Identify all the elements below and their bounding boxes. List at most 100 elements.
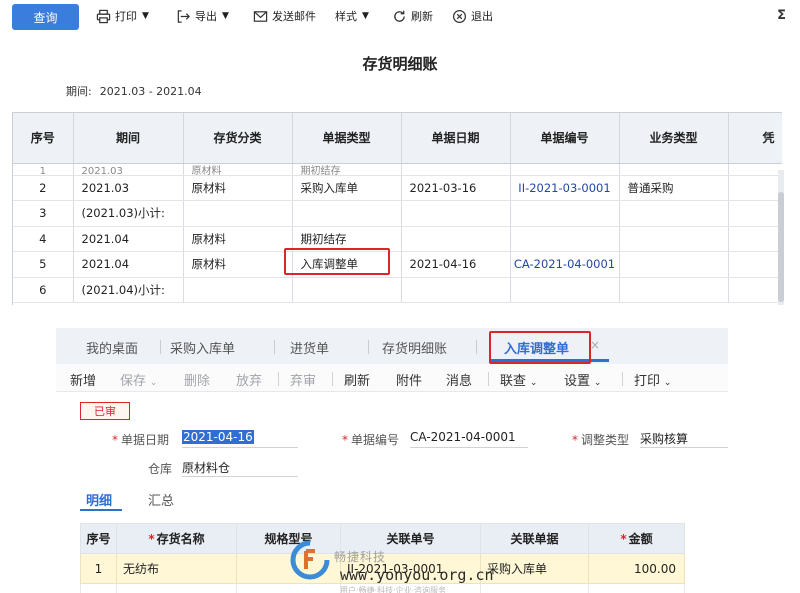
cell-category: 原材料 bbox=[183, 175, 293, 201]
cell-doc-type: 采购入库单 bbox=[292, 175, 402, 201]
column-header[interactable]: 单据日期 bbox=[401, 113, 511, 164]
table-row[interactable]: 4 2021.04 原材料 期初结存 bbox=[13, 226, 782, 252]
print-label: 打印 bbox=[115, 10, 137, 23]
abandon-button[interactable]: 放弃 bbox=[236, 370, 262, 389]
column-header[interactable]: 凭 bbox=[728, 113, 782, 164]
watermark-brand: 畅捷科技 bbox=[334, 550, 387, 564]
refresh-button[interactable]: 刷新 bbox=[344, 370, 370, 389]
watermark-url: www.yonyou.org.cn bbox=[340, 566, 494, 584]
table-header-row: 序号 期间 存货分类 单据类型 单据日期 单据编号 业务类型 凭 bbox=[13, 113, 782, 164]
warehouse-field[interactable]: 原材料仓 bbox=[182, 457, 298, 477]
active-subtab-indicator bbox=[80, 509, 122, 511]
column-header[interactable]: 单据编号 bbox=[510, 113, 620, 164]
email-icon bbox=[253, 10, 268, 22]
overflow-icon[interactable]: ⵉ bbox=[777, 8, 786, 23]
query-button[interactable]: 查询 bbox=[12, 4, 79, 30]
print-label: 打印 bbox=[634, 374, 661, 389]
new-button[interactable]: 新增 bbox=[70, 370, 96, 389]
unaudit-button[interactable]: 弃审 bbox=[290, 370, 316, 389]
tab-purchase-order[interactable]: 进货单 bbox=[290, 338, 329, 357]
ledger-table: 序号 期间 存货分类 单据类型 单据日期 单据编号 业务类型 凭 1 2021.… bbox=[12, 112, 782, 305]
subtab-summary[interactable]: 汇总 bbox=[148, 490, 174, 509]
column-header[interactable]: 业务类型 bbox=[619, 113, 729, 164]
cell-category: 原材料 bbox=[183, 163, 293, 176]
report-title: 存货明细账 bbox=[362, 55, 438, 73]
doc-no-field[interactable]: CA-2021-04-0001 bbox=[410, 428, 528, 448]
print-menu[interactable]: 打印 ▼ bbox=[96, 8, 149, 24]
adjust-type-label: * 调整类型 bbox=[572, 433, 630, 447]
cell-doc-date: 2021-04-16 bbox=[401, 251, 511, 278]
linked-query-menu[interactable]: 联查 ⌄ bbox=[500, 370, 537, 389]
column-header: * 存货名称 bbox=[116, 523, 237, 554]
cell-period: 2021.04 bbox=[73, 226, 184, 252]
doc-date-field[interactable]: 2021-04-16 bbox=[182, 428, 298, 448]
column-header[interactable]: 期间 bbox=[73, 113, 184, 164]
style-label: 样式 bbox=[335, 10, 357, 23]
cell-amount[interactable]: 100.00 bbox=[588, 553, 685, 584]
tab-desktop[interactable]: 我的桌面 bbox=[86, 338, 138, 357]
cell-category: 原材料 bbox=[183, 251, 293, 278]
chevron-down-icon: ▼ bbox=[362, 11, 369, 21]
watermark-logo-icon bbox=[290, 540, 330, 580]
cell-no: 4 bbox=[13, 226, 74, 252]
refresh-label: 刷新 bbox=[411, 10, 433, 23]
warehouse-value: 原材料仓 bbox=[182, 461, 231, 475]
action-bar: 新增 保存 ⌄ 删除 放弃 弃审 刷新 附件 消息 联查 ⌄ 设置 ⌄ 打印 ⌄ bbox=[56, 364, 728, 392]
column-header[interactable]: 单据类型 bbox=[292, 113, 402, 164]
inventory-ledger-report: 查询 打印 ▼ 导出 ▼ 发送邮件 样式 ▼ 刷新 退出 ⵉ 存货明细账 期间: 202… bbox=[0, 0, 800, 305]
doc-date-value: 2021-04-16 bbox=[182, 430, 254, 444]
table-row[interactable]: 1 2021.03 原材料 期初结存 bbox=[13, 163, 782, 176]
export-icon bbox=[177, 9, 190, 23]
export-label: 导出 bbox=[195, 10, 217, 23]
table-row[interactable]: 2 2021.03 原材料 采购入库单 2021-03-16 II-2021-0… bbox=[13, 175, 782, 201]
adjust-type-select[interactable]: 采购核算 bbox=[640, 428, 728, 448]
doc-no-link[interactable]: II-2021-03-0001 bbox=[510, 175, 620, 201]
column-header[interactable]: 存货分类 bbox=[183, 113, 293, 164]
send-email-label: 发送邮件 bbox=[272, 10, 316, 23]
table-row[interactable]: 6 (2021.04)小计: bbox=[13, 277, 782, 303]
vertical-scrollbar[interactable] bbox=[778, 170, 784, 305]
settings-label: 设置 bbox=[564, 374, 591, 389]
doc-date-label: * 单据日期 bbox=[112, 433, 170, 447]
report-toolbar: 查询 打印 ▼ 导出 ▼ 发送邮件 样式 ▼ 刷新 退出 ⵉ bbox=[0, 0, 800, 34]
cell-biz-type: 普通采购 bbox=[619, 175, 729, 201]
cell-item-name[interactable]: 无纺布 bbox=[116, 553, 237, 584]
subtab-detail[interactable]: 明细 bbox=[86, 490, 112, 509]
chevron-down-icon: ▼ bbox=[222, 11, 229, 21]
table-row[interactable]: 5 2021.04 原材料 入库调整单 2021-04-16 CA-2021-0… bbox=[13, 251, 782, 278]
close-icon[interactable]: × bbox=[590, 338, 600, 352]
adjust-type-value: 采购核算 bbox=[640, 432, 689, 446]
print-menu[interactable]: 打印 ⌄ bbox=[634, 370, 671, 389]
watermark-small-text: 用户·畅捷·科技·企业·咨询服务 bbox=[340, 586, 447, 593]
save-button[interactable]: 保存 ⌄ bbox=[120, 370, 157, 389]
export-menu[interactable]: 导出 ▼ bbox=[176, 8, 229, 24]
cell-ref-doc[interactable]: 采购入库单 bbox=[480, 553, 589, 584]
exit-button[interactable]: 退出 bbox=[452, 8, 493, 24]
style-menu[interactable]: 样式 ▼ bbox=[335, 8, 369, 24]
chevron-down-icon: ⌄ bbox=[527, 378, 538, 388]
scrollbar-thumb[interactable] bbox=[778, 192, 784, 302]
doc-no-link[interactable]: CA-2021-04-0001 bbox=[510, 251, 620, 278]
annotation-highlight-doc-type bbox=[284, 248, 390, 275]
delete-button[interactable]: 删除 bbox=[184, 370, 210, 389]
chevron-down-icon: ⌄ bbox=[661, 378, 672, 388]
column-header[interactable]: 序号 bbox=[13, 113, 74, 164]
send-email-button[interactable]: 发送邮件 bbox=[253, 8, 316, 24]
refresh-icon bbox=[394, 10, 405, 22]
attachment-button[interactable]: 附件 bbox=[396, 370, 422, 389]
refresh-button[interactable]: 刷新 bbox=[392, 8, 433, 24]
table-row[interactable]: 3 (2021.03)小计: bbox=[13, 200, 782, 227]
chevron-down-icon: ⌄ bbox=[147, 378, 158, 388]
tab-inventory-ledger[interactable]: 存货明细账 bbox=[382, 338, 447, 357]
column-header: 序号 bbox=[80, 523, 117, 554]
stock-adjustment-form: 我的桌面 采购入库单 进货单 存货明细账 入库调整单 × 新增 保存 ⌄ 删除 … bbox=[56, 328, 728, 593]
cell-no: 2 bbox=[13, 175, 74, 201]
cell-doc-date: 2021-03-16 bbox=[401, 175, 511, 201]
warehouse-label: 仓库 bbox=[148, 462, 173, 476]
tab-purchase-receipt[interactable]: 采购入库单 bbox=[170, 338, 235, 357]
message-button[interactable]: 消息 bbox=[446, 370, 472, 389]
doc-no-value: CA-2021-04-0001 bbox=[410, 430, 516, 444]
settings-menu[interactable]: 设置 ⌄ bbox=[564, 370, 601, 389]
exit-label: 退出 bbox=[471, 10, 493, 23]
period-value: 2021.03 - 2021.04 bbox=[99, 85, 202, 98]
